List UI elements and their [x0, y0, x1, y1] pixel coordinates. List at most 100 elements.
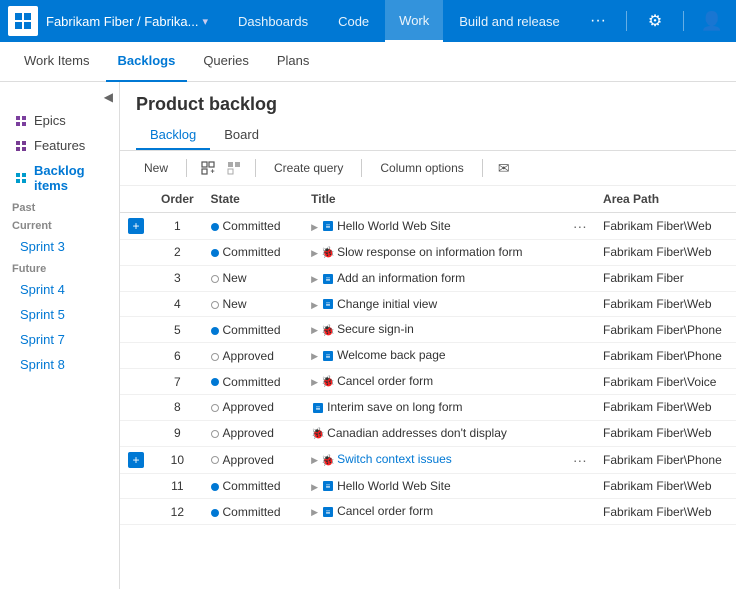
row-title[interactable]: 🐞Canadian addresses don't display	[303, 420, 565, 446]
sidebar-item-backlog[interactable]: Backlog items	[0, 158, 119, 198]
row-title[interactable]: ≡Interim save on long form	[303, 394, 565, 420]
nav-code[interactable]: Code	[324, 0, 383, 42]
state-dot	[211, 301, 219, 309]
nav-dashboards[interactable]: Dashboards	[224, 0, 322, 42]
state-label: Approved	[223, 426, 274, 440]
state-label: Approved	[223, 400, 274, 414]
title-text[interactable]: Welcome back page	[337, 348, 446, 362]
tab-backlogs[interactable]: Backlogs	[106, 42, 188, 82]
row-add-col	[120, 394, 152, 420]
row-title[interactable]: ▶≡Cancel order form	[303, 499, 565, 525]
expand-icon[interactable]: ▶	[311, 351, 318, 361]
expand-icon[interactable]: ▶	[311, 507, 318, 517]
title-text[interactable]: Interim save on long form	[327, 400, 462, 414]
row-title[interactable]: ▶≡Change initial view	[303, 291, 565, 317]
current-group-label: Current	[0, 216, 119, 234]
col-header-area[interactable]: Area Path	[595, 186, 736, 213]
sidebar-sprint5[interactable]: Sprint 5	[0, 302, 119, 327]
title-text[interactable]: Canadian addresses don't display	[327, 426, 507, 440]
page-title: Product backlog	[120, 82, 736, 121]
new-button[interactable]: New	[136, 158, 176, 178]
column-options-button[interactable]: Column options	[372, 158, 471, 178]
tab-plans[interactable]: Plans	[265, 42, 322, 82]
row-title[interactable]: ▶≡Welcome back page	[303, 343, 565, 369]
state-label: New	[223, 271, 247, 285]
row-title[interactable]: ▶🐞Switch context issues	[303, 446, 565, 473]
nav-right: ··· ⚙ 👤	[582, 5, 728, 37]
more-nav-button[interactable]: ···	[582, 5, 614, 37]
expand-icon[interactable]: ▶	[311, 482, 318, 492]
title-text[interactable]: Switch context issues	[337, 452, 452, 466]
row-add-col	[120, 369, 152, 395]
state-label: Committed	[223, 245, 281, 259]
expand-icon[interactable]: ▶	[311, 377, 318, 387]
col-header-order[interactable]: Order	[152, 186, 202, 213]
nav-separator-2	[683, 11, 684, 31]
row-title[interactable]: ▶≡Hello World Web Site	[303, 473, 565, 499]
title-text[interactable]: Slow response on information form	[337, 245, 522, 259]
row-order: 3	[152, 265, 202, 291]
create-query-button[interactable]: Create query	[266, 158, 351, 178]
expand-icon[interactable]: ▶	[311, 248, 318, 258]
row-add-col	[120, 265, 152, 291]
sidebar-sprint8[interactable]: Sprint 8	[0, 352, 119, 377]
sidebar-sprint4[interactable]: Sprint 4	[0, 277, 119, 302]
nav-build-release[interactable]: Build and release	[445, 0, 573, 42]
expand-icon[interactable]: ▶	[311, 274, 318, 284]
project-chevron-icon[interactable]: ▾	[202, 15, 208, 28]
expand-icon[interactable]: ▶	[311, 455, 318, 465]
sidebar-sprint3[interactable]: Sprint 3	[0, 234, 119, 259]
row-more[interactable]: ···	[565, 446, 595, 473]
row-more[interactable]: ···	[565, 213, 595, 240]
row-more	[565, 394, 595, 420]
collapse-icon[interactable]	[223, 157, 245, 179]
table-row: 11Committed▶≡Hello World Web SiteFabrika…	[120, 473, 736, 499]
email-icon[interactable]: ✉	[493, 157, 515, 179]
row-state: Approved	[203, 394, 304, 420]
row-title[interactable]: ▶ ≡ Add an information form	[303, 265, 565, 291]
row-title[interactable]: ▶🐞Slow response on information form	[303, 240, 565, 266]
tab-board[interactable]: Board	[210, 121, 273, 150]
add-child-icon[interactable]: +	[197, 157, 219, 179]
col-header-state[interactable]: State	[203, 186, 304, 213]
title-text[interactable]: Hello World Web Site	[337, 219, 451, 233]
title-text[interactable]: Secure sign-in	[337, 322, 414, 336]
more-options-button[interactable]: ···	[573, 452, 587, 468]
nav-work[interactable]: Work	[385, 0, 443, 42]
add-row-button[interactable]: +	[128, 218, 144, 234]
collapse-sidebar-icon[interactable]: ◀	[104, 90, 113, 104]
expand-icon[interactable]: ▶	[311, 325, 318, 335]
table-row: 2Committed▶🐞Slow response on information…	[120, 240, 736, 266]
top-navigation: Fabrikam Fiber / Fabrika... ▾ Dashboards…	[0, 0, 736, 42]
title-text[interactable]: Change initial view	[337, 297, 437, 311]
settings-icon[interactable]: ⚙	[639, 5, 671, 37]
user-avatar[interactable]: 👤	[696, 5, 728, 37]
sub-navigation: Work Items Backlogs Queries Plans	[0, 42, 736, 82]
expand-icon[interactable]: ▶	[311, 300, 318, 310]
expand-icon[interactable]: ▶	[311, 222, 318, 232]
svg-text:≡: ≡	[326, 275, 331, 284]
table-header: Order State Title Area Path	[120, 186, 736, 213]
title-text[interactable]: Cancel order form	[337, 504, 433, 518]
state-dot	[211, 430, 219, 438]
row-title[interactable]: ▶🐞Cancel order form	[303, 369, 565, 395]
tab-queries[interactable]: Queries	[191, 42, 261, 82]
title-text[interactable]: Cancel order form	[337, 374, 433, 388]
add-row-button[interactable]: +	[128, 452, 144, 468]
tab-work-items[interactable]: Work Items	[12, 42, 102, 82]
row-title[interactable]: ▶≡Hello World Web Site	[303, 213, 565, 240]
tab-backlog[interactable]: Backlog	[136, 121, 210, 150]
row-title[interactable]: ▶🐞Secure sign-in	[303, 317, 565, 343]
col-header-title[interactable]: Title	[303, 186, 565, 213]
logo[interactable]	[8, 6, 38, 36]
more-options-button[interactable]: ···	[573, 218, 587, 234]
sidebar-item-epics[interactable]: Epics	[0, 108, 119, 133]
sidebar-item-features[interactable]: Features	[0, 133, 119, 158]
row-add-col[interactable]: +	[120, 446, 152, 473]
bug-icon: 🐞	[321, 375, 335, 389]
sidebar-sprint7[interactable]: Sprint 7	[0, 327, 119, 352]
row-state: New	[203, 265, 304, 291]
row-add-col[interactable]: +	[120, 213, 152, 240]
title-text[interactable]: Hello World Web Site	[337, 479, 451, 493]
title-text[interactable]: Add an information form	[337, 271, 465, 285]
